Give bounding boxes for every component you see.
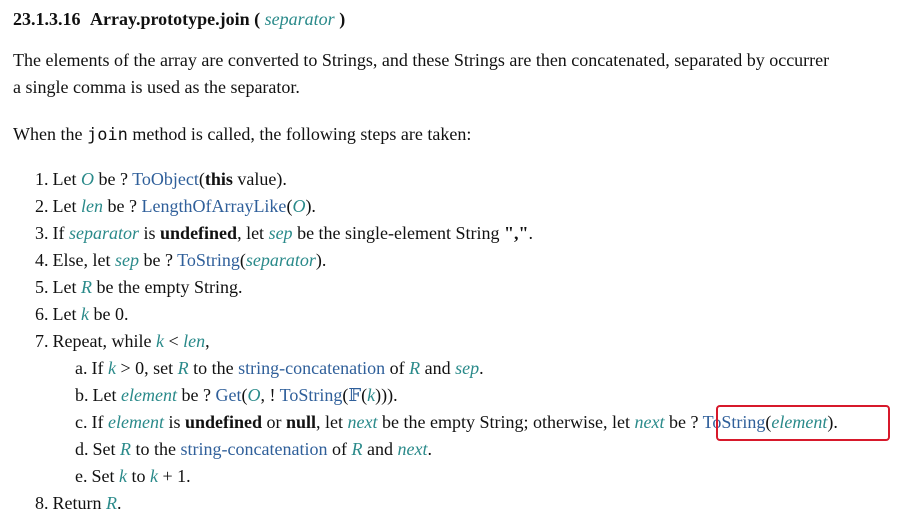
var-R: R: [106, 493, 117, 513]
step-5: 5. Let R be the empty String.: [35, 277, 243, 297]
step-3: 3. If separator is undefined, let sep be …: [35, 223, 534, 243]
comma-literal: ",": [504, 223, 529, 243]
algorithm-steps: 1. Let O be ? ToObject(this value). 2. Let…: [35, 166, 838, 517]
var-k: k: [108, 358, 116, 378]
link-ToString[interactable]: ToString: [177, 250, 240, 270]
steps-intro: When the join method is called, the foll…: [13, 124, 472, 145]
step-4: 4. Else, let sep be ? ToString(separator)…: [35, 250, 327, 270]
var-separator: separator: [245, 250, 316, 270]
step-1: 1. Let O be ? ToObject(this value).: [35, 169, 287, 189]
var-k: k: [155, 331, 164, 351]
var-len: len: [81, 196, 103, 216]
var-k: k: [119, 466, 128, 486]
var-R: R: [120, 439, 132, 459]
intro-paragraph: The elements of the array are converted …: [13, 50, 830, 97]
var-k: k: [81, 304, 89, 324]
var-R: R: [177, 358, 189, 378]
var-O: O: [81, 169, 94, 189]
var-R: R: [409, 358, 421, 378]
link-string-concatenation[interactable]: string-concatenation: [181, 439, 328, 459]
var-sep: sep: [455, 358, 480, 378]
var-sep: sep: [268, 223, 293, 243]
var-O: O: [247, 385, 261, 405]
var-separator: separator: [69, 223, 140, 243]
keyword-undefined: undefined: [184, 412, 263, 432]
var-k: k: [150, 466, 159, 486]
var-R: R: [81, 277, 92, 297]
link-Get[interactable]: Get: [215, 385, 241, 405]
step-2: 2. Let len be ? LengthOfArrayLike(O).: [35, 196, 316, 216]
link-ToString[interactable]: ToString: [280, 385, 343, 405]
step-7: 7. Repeat, while k < len,: [35, 331, 210, 351]
keyword-this: this: [204, 169, 233, 189]
var-next: next: [634, 412, 665, 432]
var-O: O: [292, 196, 306, 216]
var-element: element: [108, 412, 164, 432]
section-heading: 23.1.3.16 Array.prototype.join ( separat…: [13, 9, 346, 29]
link-string-concatenation[interactable]: string-concatenation: [238, 358, 385, 378]
var-sep: sep: [114, 250, 139, 270]
step-8: 8. Return R.: [35, 493, 122, 513]
keyword-null: null: [286, 412, 317, 432]
var-next: next: [347, 412, 378, 432]
step-7a: a. If k > 0, set R to the string-concaten…: [75, 358, 484, 378]
highlight-box: [716, 405, 890, 441]
var-R: R: [351, 439, 363, 459]
var-len: len: [183, 331, 206, 351]
keyword-undefined: undefined: [160, 223, 238, 243]
join-method-code: join: [86, 125, 128, 145]
link-ToObject[interactable]: ToObject: [132, 169, 199, 189]
link-LengthOfArrayLike[interactable]: LengthOfArrayLike: [141, 196, 286, 216]
link-number-conversion[interactable]: 𝔽: [348, 385, 361, 405]
parameter-separator: separator: [264, 9, 335, 29]
step-7e: e. Set k to k + 1.: [75, 466, 191, 486]
step-6: 6. Let k be 0.: [35, 304, 129, 324]
var-element: element: [121, 385, 177, 405]
var-k: k: [367, 385, 376, 405]
var-next: next: [397, 439, 428, 459]
section-number: 23.1.3.16: [13, 9, 81, 29]
section-title: Array.prototype.join: [90, 9, 250, 29]
